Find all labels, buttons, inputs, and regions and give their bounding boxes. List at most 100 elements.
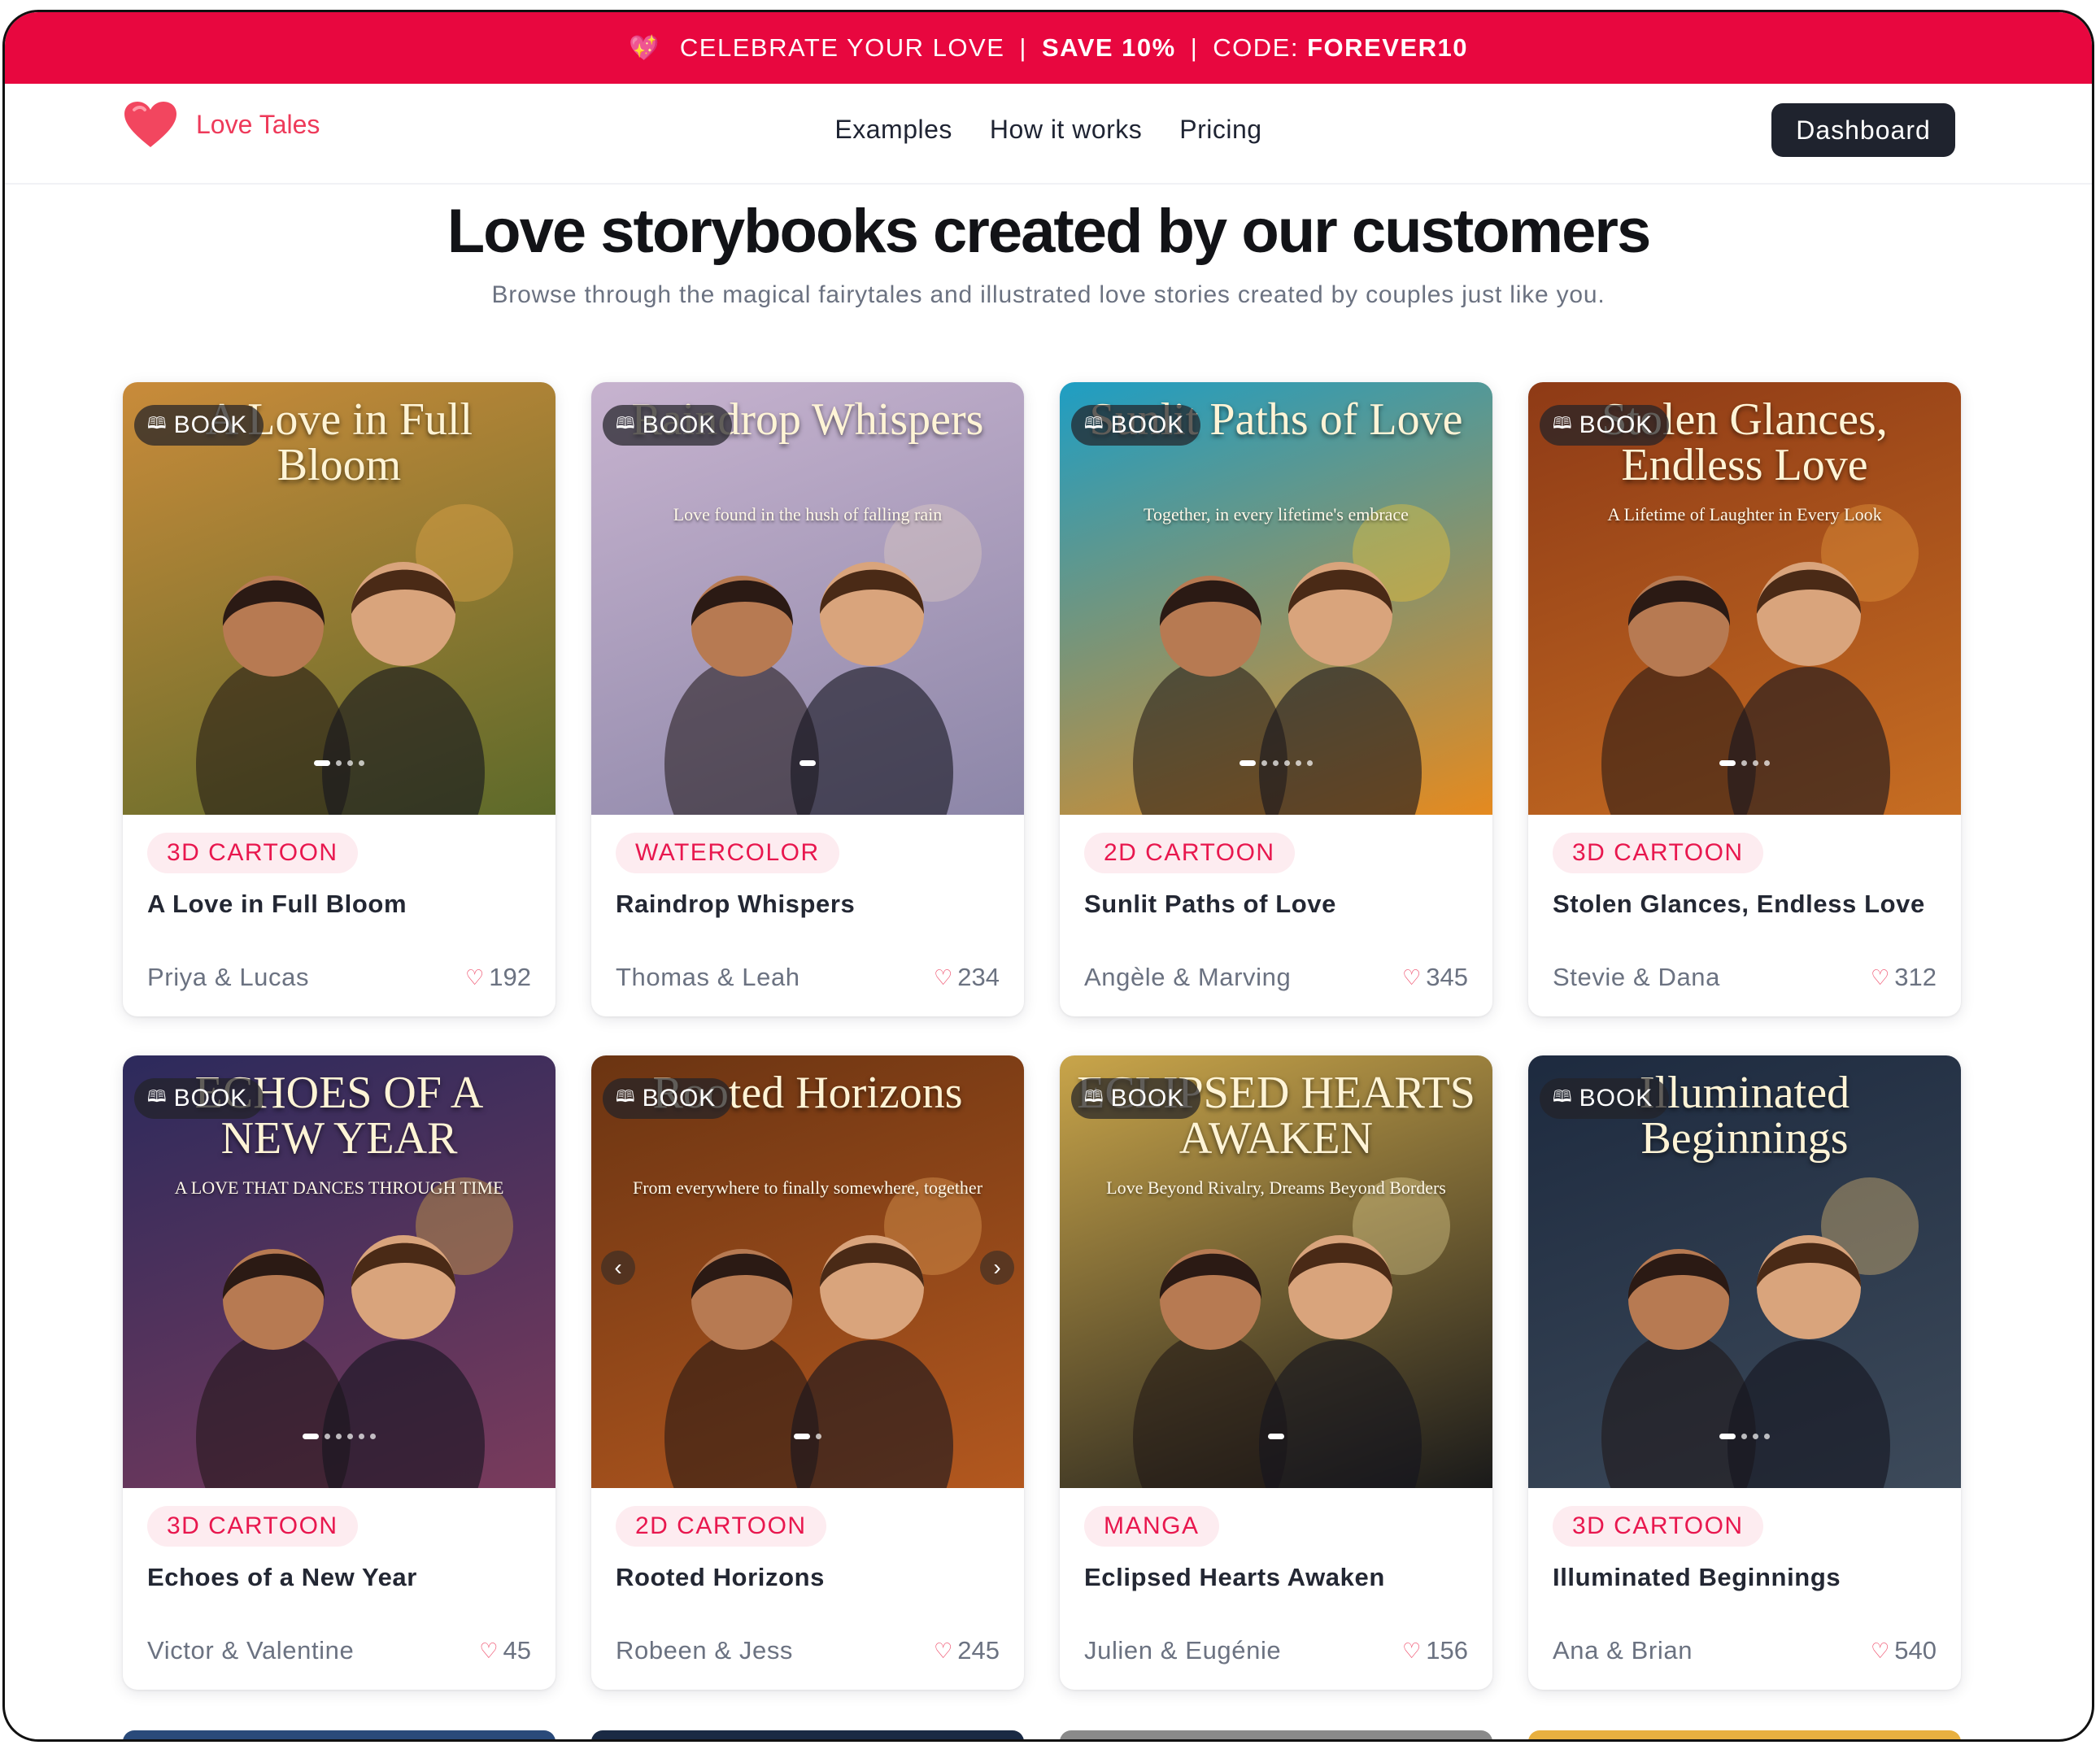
like-count[interactable]: ♡ 156 bbox=[1402, 1636, 1468, 1665]
carousel-dot[interactable] bbox=[1261, 760, 1267, 766]
carousel-dot[interactable] bbox=[303, 1434, 319, 1439]
carousel-dot[interactable] bbox=[359, 1434, 364, 1439]
carousel-dot[interactable] bbox=[1753, 1434, 1758, 1439]
storybook-card[interactable]: Sunlit Paths of Love Together, in every … bbox=[1060, 382, 1492, 1016]
carousel-dot[interactable] bbox=[1268, 1434, 1284, 1439]
book-badge-label: BOOK bbox=[642, 411, 717, 438]
carousel-dots[interactable] bbox=[591, 1434, 1024, 1439]
heart-outline-icon: ♡ bbox=[933, 1638, 953, 1663]
next-row-card-peek[interactable] bbox=[123, 1730, 555, 1739]
carousel-dot[interactable] bbox=[1240, 760, 1256, 766]
carousel-dots[interactable] bbox=[1060, 760, 1492, 766]
like-count[interactable]: ♡ 245 bbox=[934, 1636, 1000, 1665]
book-title: Stolen Glances, Endless Love bbox=[1553, 890, 1925, 918]
couple-names: Stevie & Dana bbox=[1553, 963, 1720, 991]
open-book-icon: 🕮 bbox=[1084, 1088, 1104, 1106]
card-info: 2D CARTOON Sunlit Paths of Love Angèle &… bbox=[1060, 815, 1492, 1016]
carousel-dot[interactable] bbox=[1764, 1434, 1770, 1439]
cover-image[interactable]: Illuminated Beginnings 🕮 BOOK bbox=[1528, 1055, 1961, 1488]
carousel-dot[interactable] bbox=[1764, 760, 1770, 766]
carousel-dots[interactable] bbox=[591, 760, 1024, 766]
next-row-card-peek[interactable] bbox=[1060, 1730, 1492, 1739]
cover-subtitle-art: From everywhere to finally somewhere, to… bbox=[632, 1177, 983, 1198]
carousel-dot[interactable] bbox=[370, 1434, 376, 1439]
carousel-dots[interactable] bbox=[123, 1434, 555, 1439]
next-row-card-peek[interactable] bbox=[591, 1730, 1024, 1739]
cover-image[interactable]: ECHOES OF A NEW YEAR A LOVE THAT DANCES … bbox=[123, 1055, 555, 1488]
carousel-dot[interactable] bbox=[1296, 760, 1301, 766]
carousel-dot[interactable] bbox=[1741, 760, 1747, 766]
nav-link-examples[interactable]: Examples bbox=[834, 115, 952, 145]
carousel-dot[interactable] bbox=[359, 760, 364, 766]
like-count[interactable]: ♡ 312 bbox=[1871, 963, 1937, 992]
cover-image[interactable]: Stolen Glances, Endless Love A Lifetime … bbox=[1528, 382, 1961, 815]
couple-names: Ana & Brian bbox=[1553, 1636, 1693, 1664]
carousel-dot[interactable] bbox=[347, 1434, 353, 1439]
carousel-dot[interactable] bbox=[799, 760, 816, 766]
book-badge: 🕮 BOOK bbox=[1540, 405, 1670, 446]
book-title: Illuminated Beginnings bbox=[1553, 1563, 1841, 1591]
carousel-dots[interactable] bbox=[1060, 1434, 1492, 1439]
cover-subtitle-art: Together, in every lifetime's embrace bbox=[1144, 504, 1409, 524]
carousel-dot[interactable] bbox=[1307, 760, 1313, 766]
book-badge: 🕮 BOOK bbox=[134, 405, 264, 446]
cover-image[interactable]: Sunlit Paths of Love Together, in every … bbox=[1060, 382, 1492, 815]
storybook-card[interactable]: ECLIPSED HEARTS AWAKEN Love Beyond Rival… bbox=[1060, 1055, 1492, 1690]
carousel-dot[interactable] bbox=[1753, 760, 1758, 766]
storybook-card[interactable]: ECHOES OF A NEW YEAR A LOVE THAT DANCES … bbox=[123, 1055, 555, 1690]
style-tag: 2D CARTOON bbox=[1084, 833, 1295, 873]
like-number: 156 bbox=[1426, 1636, 1468, 1664]
carousel-dot[interactable] bbox=[1273, 760, 1279, 766]
carousel-next-button[interactable]: › bbox=[980, 1251, 1014, 1285]
like-count[interactable]: ♡ 540 bbox=[1871, 1636, 1937, 1665]
cover-image[interactable]: Raindrop Whispers Love found in the hush… bbox=[591, 382, 1024, 815]
heart-outline-icon: ♡ bbox=[1401, 964, 1422, 990]
card-info: 2D CARTOON Rooted Horizons Robeen & Jess… bbox=[591, 1488, 1024, 1690]
like-count[interactable]: ♡ 234 bbox=[934, 963, 1000, 992]
storybook-grid: A Love in Full Bloom 🕮 BOOK 3D CARTOON A… bbox=[123, 382, 1965, 1690]
carousel-dot[interactable] bbox=[347, 760, 353, 766]
card-info: 3D CARTOON A Love in Full Bloom Priya & … bbox=[123, 815, 555, 1016]
carousel-dot[interactable] bbox=[336, 1434, 342, 1439]
card-meta: Thomas & Leah ♡ 234 bbox=[616, 963, 1000, 992]
carousel-dot[interactable] bbox=[1719, 760, 1736, 766]
cover-subtitle-art: Love found in the hush of falling rain bbox=[673, 504, 943, 524]
style-tag: 2D CARTOON bbox=[616, 1506, 826, 1547]
carousel-dot[interactable] bbox=[336, 760, 342, 766]
carousel-dot[interactable] bbox=[816, 1434, 821, 1439]
like-count[interactable]: ♡ 45 bbox=[479, 1636, 531, 1665]
carousel-dot[interactable] bbox=[1719, 1434, 1736, 1439]
next-row-card-peek[interactable] bbox=[1528, 1730, 1961, 1739]
nav-link-how-it-works[interactable]: How it works bbox=[990, 115, 1142, 145]
carousel-dot[interactable] bbox=[1284, 760, 1290, 766]
book-badge-label: BOOK bbox=[1579, 411, 1653, 438]
dashboard-button[interactable]: Dashboard bbox=[1771, 103, 1955, 157]
cover-image[interactable]: A Love in Full Bloom 🕮 BOOK bbox=[123, 382, 555, 815]
like-count[interactable]: ♡ 192 bbox=[465, 963, 531, 992]
cover-image[interactable]: Rooted Horizons From everywhere to final… bbox=[591, 1055, 1024, 1488]
carousel-dots[interactable] bbox=[1528, 760, 1961, 766]
top-nav: Love Tales Examples How it works Pricing… bbox=[5, 84, 2092, 185]
open-book-icon: 🕮 bbox=[147, 1088, 168, 1106]
storybook-card[interactable]: Rooted Horizons From everywhere to final… bbox=[591, 1055, 1024, 1690]
carousel-dot[interactable] bbox=[1741, 1434, 1747, 1439]
open-book-icon: 🕮 bbox=[1084, 415, 1104, 433]
carousel-dot[interactable] bbox=[794, 1434, 810, 1439]
carousel-prev-button[interactable]: ‹ bbox=[601, 1251, 635, 1285]
cover-image[interactable]: ECLIPSED HEARTS AWAKEN Love Beyond Rival… bbox=[1060, 1055, 1492, 1488]
nav-link-pricing[interactable]: Pricing bbox=[1179, 115, 1261, 145]
storybook-card[interactable]: A Love in Full Bloom 🕮 BOOK 3D CARTOON A… bbox=[123, 382, 555, 1016]
like-number: 192 bbox=[489, 963, 531, 991]
storybook-card[interactable]: Raindrop Whispers Love found in the hush… bbox=[591, 382, 1024, 1016]
storybook-card[interactable]: Illuminated Beginnings 🕮 BOOK 3D CARTOON… bbox=[1528, 1055, 1961, 1690]
carousel-dot[interactable] bbox=[314, 760, 330, 766]
hero: Love storybooks created by our customers… bbox=[5, 196, 2092, 309]
book-badge: 🕮 BOOK bbox=[1071, 405, 1201, 446]
storybook-card[interactable]: Stolen Glances, Endless Love A Lifetime … bbox=[1528, 382, 1961, 1016]
open-book-icon: 🕮 bbox=[1553, 415, 1573, 433]
promo-banner[interactable]: 💖 CELEBRATE YOUR LOVE | SAVE 10% | CODE:… bbox=[5, 12, 2092, 84]
carousel-dot[interactable] bbox=[325, 1434, 330, 1439]
carousel-dots[interactable] bbox=[123, 760, 555, 766]
carousel-dots[interactable] bbox=[1528, 1434, 1961, 1439]
like-count[interactable]: ♡ 345 bbox=[1402, 963, 1468, 992]
